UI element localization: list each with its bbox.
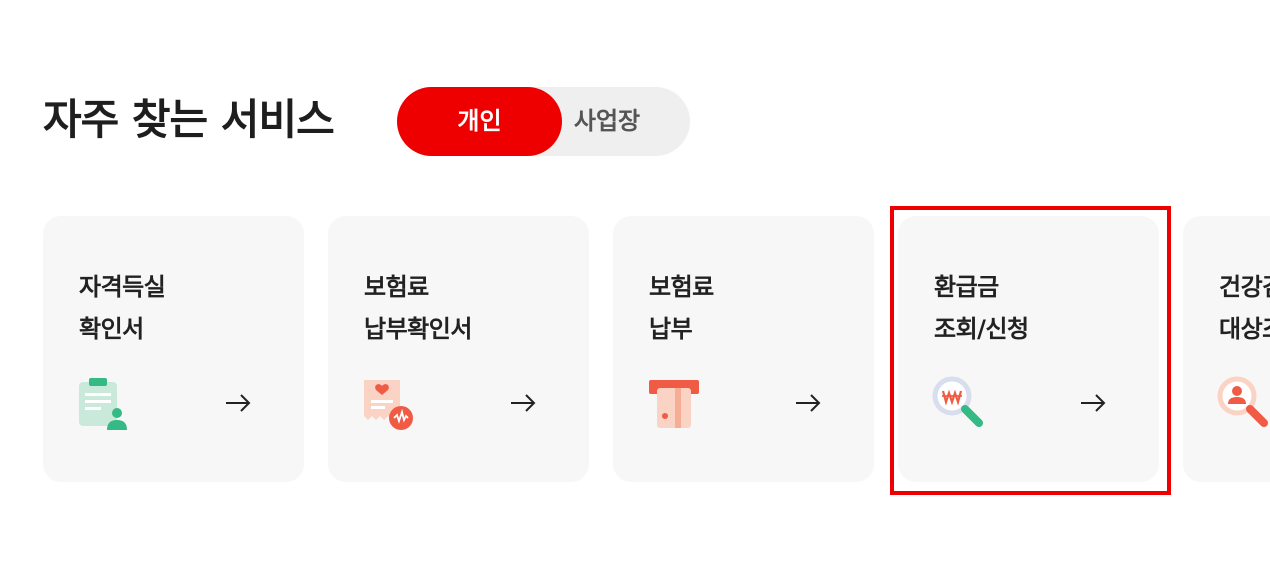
- section-title: 자주 찾는 서비스: [43, 95, 335, 144]
- card-label: 보험료 납부: [649, 266, 714, 350]
- card-label-line1: 보험료: [364, 273, 429, 301]
- card-label-line1: 보험료: [649, 273, 714, 301]
- qualification-document-icon: [79, 378, 127, 430]
- card-label-line2: 조회/신청: [934, 315, 1029, 343]
- service-card-payment-certificate[interactable]: 보험료 납부확인서: [328, 216, 589, 482]
- card-label-line2: 확인서: [79, 315, 144, 343]
- card-label: 보험료 납부확인서: [364, 266, 472, 350]
- arrow-right-icon: [796, 394, 821, 412]
- card-label-line1: 자격득실: [79, 273, 166, 301]
- toggle-personal-button[interactable]: 개인: [397, 87, 562, 156]
- service-card-qualification[interactable]: 자격득실 확인서: [43, 216, 304, 482]
- arrow-right-icon: [226, 394, 251, 412]
- card-label-line2: 납부: [649, 315, 693, 343]
- card-label: 환급금 조회/신청: [934, 266, 1029, 350]
- payment-receipt-icon: [364, 380, 413, 430]
- user-type-toggle: 사업장 개인: [397, 87, 690, 156]
- card-payment-icon: [649, 380, 699, 428]
- service-card-refund[interactable]: 환급금 조회/신청: [898, 216, 1159, 482]
- card-label-line2: 납부확인서: [364, 315, 472, 343]
- card-label: 자격득실 확인서: [79, 266, 166, 350]
- card-label: 건강검 대상조: [1219, 266, 1270, 350]
- refund-search-icon: [932, 376, 983, 427]
- card-label-line2: 대상조: [1219, 315, 1270, 343]
- person-search-icon: [1217, 376, 1268, 427]
- toggle-business-button[interactable]: 사업장: [547, 87, 667, 156]
- arrow-right-icon: [511, 394, 536, 412]
- arrow-right-icon: [1081, 394, 1106, 412]
- page: 자주 찾는 서비스 사업장 개인 자격득실 확인서 보험료 납부확인서 보험료 …: [0, 0, 1270, 562]
- service-card-payment[interactable]: 보험료 납부: [613, 216, 874, 482]
- card-label-line1: 건강검: [1219, 273, 1270, 301]
- card-label-line1: 환급금: [934, 273, 999, 301]
- service-card-health-checkup[interactable]: 건강검 대상조: [1183, 216, 1270, 482]
